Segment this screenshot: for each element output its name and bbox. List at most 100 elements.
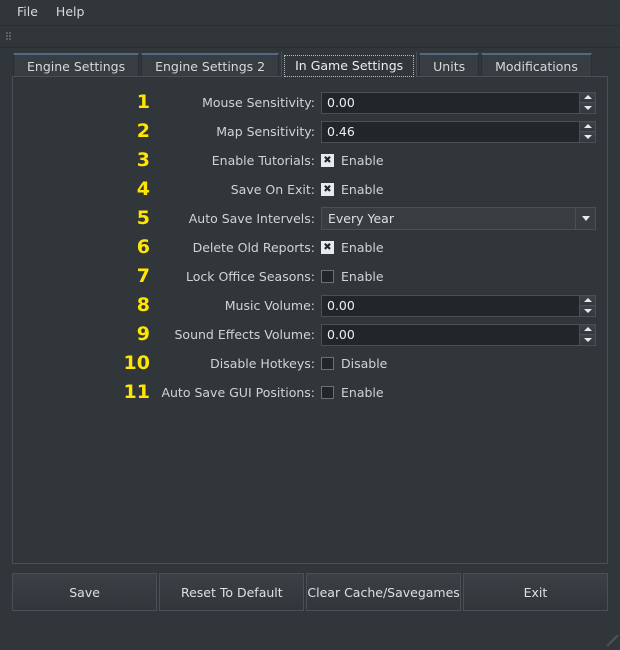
disable-hotkeys-checkbox-label: Disable — [341, 356, 387, 371]
setting-row-enable-tutorials: 3Enable Tutorials: Enable — [13, 146, 607, 175]
arrow-up-icon — [584, 124, 592, 128]
tab-label: In Game Settings — [295, 58, 403, 73]
map-sensitivity-increment-button[interactable] — [579, 121, 596, 132]
setting-number: 9 — [13, 325, 153, 344]
map-sensitivity-decrement-button[interactable] — [579, 131, 596, 143]
sound-effects-volume-stepper — [579, 324, 596, 346]
sound-effects-volume-decrement-button[interactable] — [579, 334, 596, 346]
setting-number: 3 — [13, 151, 153, 170]
setting-row-auto-save-intervels: 5Auto Save Intervels:Every Year — [13, 204, 607, 233]
music-volume-decrement-button[interactable] — [579, 305, 596, 317]
arrow-up-icon — [584, 95, 592, 99]
arrow-down-icon — [584, 309, 592, 313]
lock-office-seasons-checkbox-group[interactable]: Enable — [321, 269, 384, 284]
button-label: Exit — [524, 585, 548, 600]
sound-effects-volume-increment-button[interactable] — [579, 324, 596, 335]
exit-button[interactable]: Exit — [463, 573, 608, 611]
setting-row-map-sensitivity: 2Map Sensitivity:0.46 — [13, 117, 607, 146]
setting-number: 6 — [13, 238, 153, 257]
sound-effects-volume-spinbox[interactable]: 0.00 — [321, 324, 596, 346]
tab-modifications[interactable]: Modifications — [481, 53, 592, 77]
chevron-down-icon[interactable] — [575, 208, 595, 229]
setting-label: Sound Effects Volume: — [153, 327, 321, 342]
setting-label: Save On Exit: — [153, 182, 321, 197]
setting-label: Enable Tutorials: — [153, 153, 321, 168]
mouse-sensitivity-spinbox[interactable]: 0.00 — [321, 92, 596, 114]
setting-number: 2 — [13, 122, 153, 141]
setting-label: Mouse Sensitivity: — [153, 95, 321, 110]
setting-label: Delete Old Reports: — [153, 240, 321, 255]
arrow-down-icon — [584, 338, 592, 342]
clear-cache-savegames-button[interactable]: Clear Cache/Savegames — [306, 573, 460, 611]
setting-control: Enable — [321, 269, 607, 284]
setting-row-mouse-sensitivity: 1Mouse Sensitivity:0.00 — [13, 88, 607, 117]
lock-office-seasons-checkbox[interactable] — [321, 270, 334, 283]
map-sensitivity-stepper — [579, 121, 596, 143]
tab-engine-settings-2[interactable]: Engine Settings 2 — [141, 53, 279, 77]
setting-number: 8 — [13, 296, 153, 315]
setting-control: Enable — [321, 153, 607, 168]
action-button-bar: Save Reset To Default Clear Cache/Savega… — [12, 573, 608, 611]
setting-label: Map Sensitivity: — [153, 124, 321, 139]
setting-row-music-volume: 8Music Volume:0.00 — [13, 291, 607, 320]
enable-tutorials-checkbox-label: Enable — [341, 153, 384, 168]
setting-control: Enable — [321, 385, 607, 400]
setting-number: 11 — [13, 383, 153, 402]
mouse-sensitivity-input[interactable]: 0.00 — [321, 92, 579, 114]
lock-office-seasons-checkbox-label: Enable — [341, 269, 384, 284]
tab-label: Units — [433, 59, 465, 74]
save-button[interactable]: Save — [12, 573, 157, 611]
disable-hotkeys-checkbox-group[interactable]: Disable — [321, 356, 387, 371]
setting-row-save-on-exit: 4Save On Exit: Enable — [13, 175, 607, 204]
auto-save-gui-positions-checkbox[interactable] — [321, 386, 334, 399]
reset-to-default-button[interactable]: Reset To Default — [159, 573, 304, 611]
in-game-settings-panel: 1Mouse Sensitivity:0.002Map Sensitivity:… — [12, 76, 608, 564]
sound-effects-volume-input[interactable]: 0.00 — [321, 324, 579, 346]
enable-tutorials-checkbox[interactable] — [321, 154, 334, 167]
mouse-sensitivity-decrement-button[interactable] — [579, 102, 596, 114]
menu-file[interactable]: File — [8, 2, 47, 23]
enable-tutorials-checkbox-group[interactable]: Enable — [321, 153, 384, 168]
setting-number: 4 — [13, 180, 153, 199]
music-volume-increment-button[interactable] — [579, 295, 596, 306]
tab-units[interactable]: Units — [419, 53, 479, 77]
setting-number: 7 — [13, 267, 153, 286]
map-sensitivity-spinbox[interactable]: 0.46 — [321, 121, 596, 143]
resize-grip-icon[interactable] — [604, 634, 619, 649]
tab-label: Engine Settings — [27, 59, 125, 74]
auto-save-intervels-combobox[interactable]: Every Year — [321, 207, 596, 230]
setting-control: 0.00 — [321, 324, 607, 346]
button-label: Save — [69, 585, 100, 600]
setting-row-delete-old-reports: 6Delete Old Reports:Enable — [13, 233, 607, 262]
auto-save-gui-positions-checkbox-group[interactable]: Enable — [321, 385, 384, 400]
setting-label: Auto Save GUI Positions: — [153, 385, 321, 400]
setting-row-sound-effects-volume: 9Sound Effects Volume:0.00 — [13, 320, 607, 349]
setting-number: 10 — [13, 354, 153, 373]
setting-control: 0.46 — [321, 121, 607, 143]
mouse-sensitivity-increment-button[interactable] — [579, 92, 596, 103]
music-volume-spinbox[interactable]: 0.00 — [321, 295, 596, 317]
tab-label: Modifications — [495, 59, 578, 74]
save-on-exit-checkbox-label: Enable — [341, 182, 384, 197]
map-sensitivity-input[interactable]: 0.46 — [321, 121, 579, 143]
button-label: Reset To Default — [181, 585, 283, 600]
tab-in-game-settings[interactable]: In Game Settings — [281, 51, 417, 77]
tab-engine-settings[interactable]: Engine Settings — [13, 53, 139, 77]
save-on-exit-checkbox[interactable] — [321, 183, 334, 196]
disable-hotkeys-checkbox[interactable] — [321, 357, 334, 370]
setting-control: 0.00 — [321, 92, 607, 114]
tab-label: Engine Settings 2 — [155, 59, 265, 74]
drag-handle-icon[interactable] — [6, 31, 14, 43]
toolbar — [0, 26, 620, 48]
arrow-down-icon — [584, 135, 592, 139]
menu-bar: File Help — [0, 0, 620, 26]
music-volume-stepper — [579, 295, 596, 317]
setting-row-lock-office-seasons: 7Lock Office Seasons:Enable — [13, 262, 607, 291]
delete-old-reports-checkbox-group[interactable]: Enable — [321, 240, 384, 255]
menu-help[interactable]: Help — [47, 2, 94, 23]
music-volume-input[interactable]: 0.00 — [321, 295, 579, 317]
setting-control: Every Year — [321, 207, 607, 230]
tab-bar: Engine Settings Engine Settings 2 In Gam… — [0, 49, 620, 77]
save-on-exit-checkbox-group[interactable]: Enable — [321, 182, 384, 197]
delete-old-reports-checkbox[interactable] — [321, 241, 334, 254]
